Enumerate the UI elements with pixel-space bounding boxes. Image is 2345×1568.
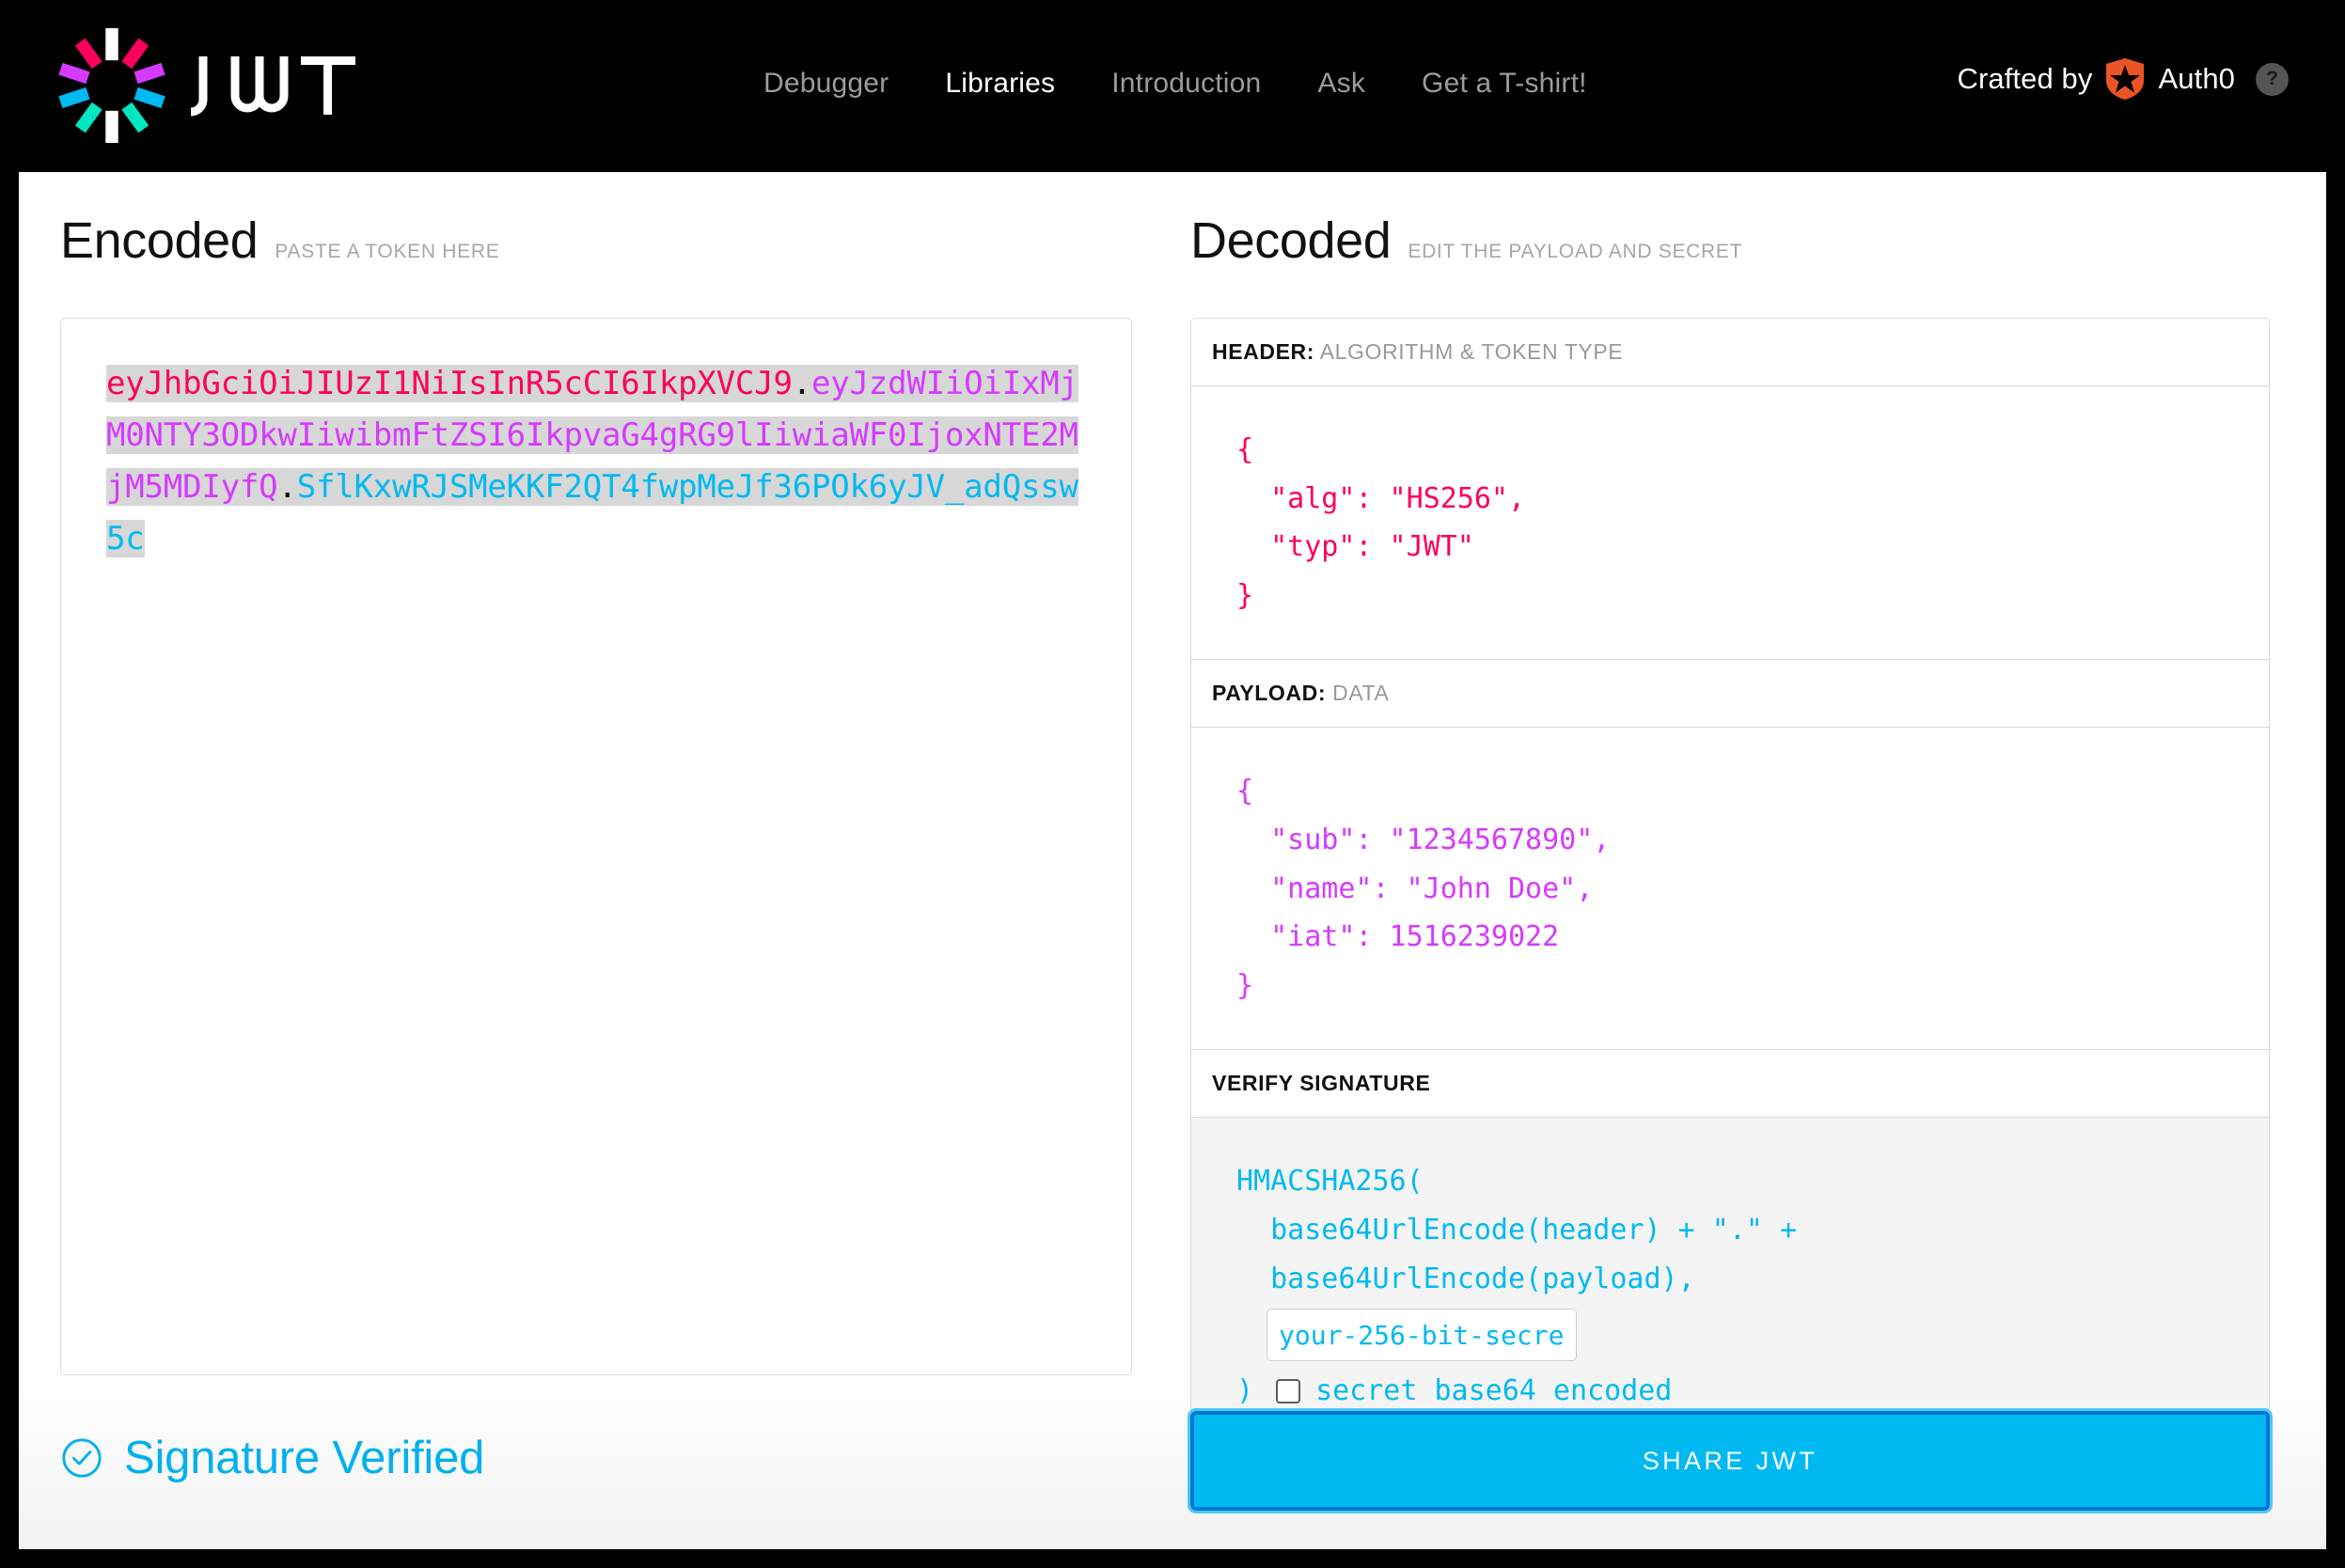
jwt-token-text[interactable]: eyJhbGciOiJIUzI1NiIsInR5cCI6IkpXVCJ9.eyJ…: [106, 358, 1086, 565]
decoded-section-heading: Decoded EDIT THE PAYLOAD AND SECRET: [1190, 215, 1742, 266]
circle-check-icon: [62, 1438, 102, 1478]
payload-label-text: PAYLOAD:: [1212, 681, 1327, 706]
share-jwt-button[interactable]: SHARE JWT: [1188, 1408, 2273, 1513]
jwt-pinwheel-logo-icon: [58, 28, 165, 143]
nav-link-ask[interactable]: Ask: [1317, 68, 1365, 100]
secret-base64-encoded-label: secret base64 encoded: [1315, 1374, 1673, 1408]
decoded-subtitle: EDIT THE PAYLOAD AND SECRET: [1408, 241, 1743, 262]
signature-verified-status: Signature Verified: [60, 1432, 484, 1484]
crafted-by-auth0[interactable]: Crafted by Auth0 ?: [1957, 58, 2289, 100]
top-navigation-bar: Debugger Libraries Introduction Ask Get …: [0, 0, 2345, 172]
nav-link-introduction[interactable]: Introduction: [1111, 68, 1261, 100]
payload-label-subtext: DATA: [1332, 681, 1390, 706]
header-label-text: HEADER:: [1212, 339, 1314, 364]
decoded-panel: HEADER: ALGORITHM & TOKEN TYPE { "alg": …: [1190, 318, 2270, 1456]
header-label-subtext: ALGORITHM & TOKEN TYPE: [1319, 339, 1624, 364]
signature-verified-text: Signature Verified: [124, 1433, 485, 1483]
payload-section-label: PAYLOAD: DATA: [1191, 660, 2269, 729]
signature-verification-block: HMACSHA256( base64UrlEncode(header) + ".…: [1191, 1118, 2269, 1455]
sig-line-payload: base64UrlEncode(payload),: [1236, 1262, 1695, 1295]
encoded-subtitle: PASTE A TOKEN HERE: [275, 241, 500, 262]
encoded-section-heading: Encoded PASTE A TOKEN HERE: [60, 215, 499, 266]
header-json-editor[interactable]: { "alg": "HS256", "typ": "JWT" }: [1191, 386, 2269, 661]
verify-signature-label: VERIFY SIGNATURE: [1212, 1071, 1431, 1096]
header-section-label: HEADER: ALGORITHM & TOKEN TYPE: [1191, 319, 2269, 386]
closing-paren: ): [1236, 1374, 1254, 1408]
main-nav-links: Debugger Libraries Introduction Ask Get …: [763, 68, 1587, 100]
encoded-title: Encoded: [60, 212, 259, 269]
nav-link-libraries[interactable]: Libraries: [945, 68, 1055, 100]
encoded-token-input[interactable]: eyJhbGciOiJIUzI1NiIsInR5cCI6IkpXVCJ9.eyJ…: [60, 318, 1132, 1375]
token-separator-1: .: [792, 365, 811, 402]
secret-input[interactable]: [1267, 1309, 1577, 1362]
payload-json-editor[interactable]: { "sub": "1234567890", "name": "John Doe…: [1191, 728, 2269, 1051]
crafted-by-label: Crafted by: [1957, 62, 2093, 95]
auth0-shield-icon: [2106, 58, 2145, 100]
sig-line-hmac: HMACSHA256(: [1236, 1165, 1424, 1199]
secret-options-row: ) secret base64 encoded: [1236, 1367, 2224, 1416]
help-icon[interactable]: ?: [2256, 62, 2289, 96]
token-separator-2: .: [277, 468, 297, 507]
main-content: Encoded PASTE A TOKEN HERE eyJhbGciOiJIU…: [19, 172, 2326, 1549]
page-root: Debugger Libraries Introduction Ask Get …: [0, 0, 2345, 1568]
auth0-name-label: Auth0: [2158, 62, 2235, 95]
sig-line-header: base64UrlEncode(header) + "." +: [1236, 1213, 1798, 1247]
token-header-part: eyJhbGciOiJIUzI1NiIsInR5cCI6IkpXVCJ9: [106, 365, 793, 402]
decoded-title: Decoded: [1190, 212, 1392, 269]
nav-link-debugger[interactable]: Debugger: [763, 68, 889, 100]
signature-section-label: VERIFY SIGNATURE: [1191, 1050, 2269, 1119]
jwt-wordmark: [190, 56, 355, 117]
secret-base64-encoded-checkbox[interactable]: [1276, 1378, 1301, 1403]
jwt-logo-link[interactable]: [55, 28, 359, 143]
nav-link-get-a-tshirt[interactable]: Get a T-shirt!: [1422, 68, 1587, 100]
